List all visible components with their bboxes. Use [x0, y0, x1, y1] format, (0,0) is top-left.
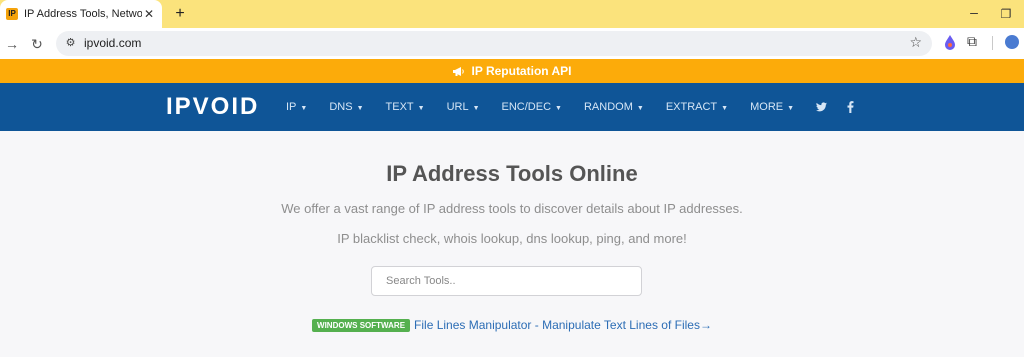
page-title: IP Address Tools Online [386, 161, 638, 186]
new-tab-button[interactable]: + [170, 4, 190, 24]
tab-strip: IP IP Address Tools, Network Tools ✕ + –… [0, 0, 1024, 28]
nav-item-more[interactable]: MORE ▼ [750, 101, 794, 113]
megaphone-icon [453, 66, 465, 76]
ipvoid-favicon-icon: IP [6, 8, 18, 20]
promo-link[interactable]: File Lines Manipulator - Manipulate Text… [414, 318, 712, 332]
url-text[interactable]: ipvoid.com [84, 36, 141, 50]
search-tools-input[interactable] [371, 266, 642, 296]
nav-item-ip[interactable]: IP ▼ [286, 101, 307, 113]
nav-item-dns[interactable]: DNS ▼ [329, 101, 363, 113]
caret-down-icon: ▼ [472, 105, 480, 112]
announcement-banner[interactable]: IP Reputation API [0, 59, 1024, 83]
browser-tab[interactable]: IP IP Address Tools, Network Tools ✕ [0, 0, 162, 28]
profile-avatar-icon[interactable] [1005, 35, 1019, 49]
site-navbar: IPVOID IP ▼ DNS ▼ TEXT ▼ URL ▼ ENC/DEC ▼ RAND… [0, 83, 1024, 131]
site-settings-icon[interactable]: ⚙ [64, 37, 77, 50]
nav-item-extract[interactable]: EXTRACT ▼ [666, 101, 728, 113]
toolbar-divider [992, 36, 993, 50]
close-tab-icon[interactable]: ✕ [142, 7, 156, 21]
nav-label: RANDOM [583, 101, 633, 113]
nav-label: EXTRACT [665, 101, 718, 113]
nav-item-encdec[interactable]: ENC/DEC ▼ [502, 101, 562, 113]
bookmark-star-icon[interactable]: ☆ [909, 34, 922, 51]
forward-arrow-icon[interactable]: → [2, 34, 22, 54]
caret-down-icon: ▼ [555, 105, 562, 112]
nav-label: MORE [750, 101, 784, 113]
caret-down-icon: ▼ [417, 105, 425, 112]
nav-item-random[interactable]: RANDOM ▼ [584, 101, 644, 113]
nav-label: TEXT [385, 101, 414, 113]
nav-label: URL [446, 101, 469, 113]
reload-icon[interactable]: ↻ [27, 34, 47, 54]
caret-down-icon: ▼ [787, 105, 795, 112]
caret-down-icon: ▼ [300, 105, 308, 112]
nav-item-url[interactable]: URL ▼ [447, 101, 480, 113]
minimize-button[interactable]: – [962, 4, 986, 24]
extension-drop-icon[interactable] [943, 34, 957, 50]
nav-label: DNS [329, 101, 353, 113]
restore-button[interactable]: ❐ [994, 4, 1018, 24]
nav-item-text[interactable]: TEXT ▼ [386, 101, 425, 113]
caret-down-icon: ▼ [721, 105, 729, 112]
page-subtitle-secondary: IP blacklist check, whois lookup, dns lo… [337, 231, 687, 246]
banner-link[interactable]: IP Reputation API [471, 64, 571, 78]
caret-down-icon: ▼ [356, 105, 364, 112]
tab-title: IP Address Tools, Network Tools [24, 8, 142, 20]
browser-toolbar: → ↻ ⚙ ipvoid.com ☆ [0, 28, 1024, 59]
nav-menu: IP ▼ DNS ▼ TEXT ▼ URL ▼ ENC/DEC ▼ RANDOM ▼ EXT… [286, 83, 874, 131]
page-subtitle: We offer a vast range of IP address tool… [281, 201, 743, 216]
twitter-icon[interactable] [816, 102, 828, 112]
nav-label: ENC/DEC [501, 101, 552, 113]
promo-row: WINDOWS SOFTWARE File Lines Manipulator … [0, 318, 1024, 332]
caret-down-icon: ▼ [636, 105, 644, 112]
extensions-puzzle-icon[interactable]: ⧉ [967, 33, 983, 49]
facebook-icon[interactable] [847, 101, 854, 113]
site-logo[interactable]: IPVOID [166, 93, 259, 121]
nav-label: IP [286, 101, 297, 113]
address-bar[interactable]: ⚙ ipvoid.com ☆ [56, 31, 932, 56]
windows-software-badge: WINDOWS SOFTWARE [312, 318, 411, 332]
